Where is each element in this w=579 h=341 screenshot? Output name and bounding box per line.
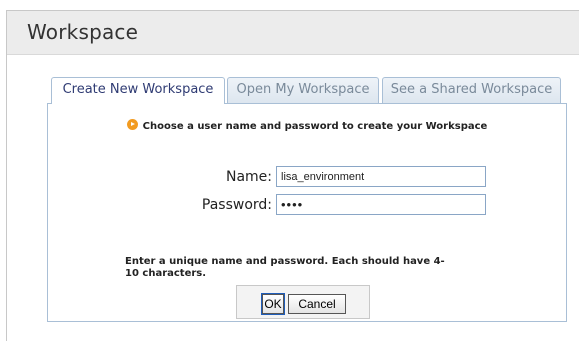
- tab-see-shared-workspace[interactable]: See a Shared Workspace: [382, 77, 561, 103]
- name-label: Name:: [225, 169, 272, 185]
- cancel-button[interactable]: Cancel: [288, 294, 346, 314]
- hint-text: Enter a unique name and password. Each s…: [125, 256, 445, 279]
- instruction-text: Choose a user name and password to creat…: [48, 119, 566, 132]
- tab-open-my-workspace[interactable]: Open My Workspace: [227, 77, 379, 103]
- arrow-right-icon: [126, 119, 138, 130]
- password-input[interactable]: [276, 194, 486, 215]
- tab-create-new-workspace[interactable]: Create New Workspace: [51, 77, 225, 104]
- instruction-label: Choose a user name and password to creat…: [142, 121, 488, 132]
- header-bar: Workspace: [7, 11, 579, 55]
- name-input[interactable]: [276, 166, 486, 187]
- page-title: Workspace: [27, 20, 139, 44]
- workspace-window: Workspace Create New Workspace Open My W…: [6, 10, 579, 341]
- create-workspace-panel: Choose a user name and password to creat…: [47, 103, 567, 322]
- password-label: Password:: [201, 197, 272, 213]
- ok-button[interactable]: OK: [261, 293, 285, 315]
- button-group: OK Cancel: [236, 285, 370, 319]
